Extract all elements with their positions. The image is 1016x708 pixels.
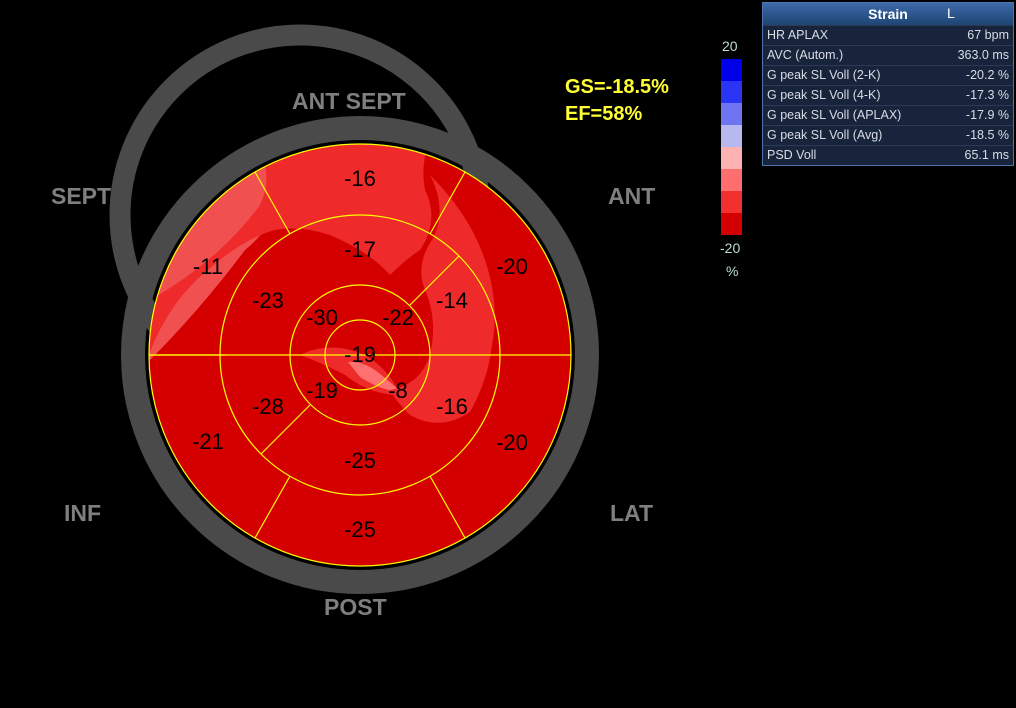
label-ant: ANT [608,183,656,209]
strain-panel: Strain L HR APLAX 67 bpm AVC (Autom.) 363.0… [762,2,1014,166]
scale-swatch [721,59,742,81]
mid-inferolateral-value: -16 [436,394,468,419]
parameter-row: PSD Voll 65.1 ms [763,145,1013,165]
strain-panel-header[interactable]: Strain L [763,3,1013,25]
scale-min: -20 [720,240,741,256]
scale-max: 20 [722,38,738,54]
scale-unit: % [726,263,739,279]
view-flag: L [947,5,955,21]
strain-panel-title: Strain [868,6,908,22]
mid-inferior-value: -25 [344,448,376,473]
parameter-value: -18.5 % [965,128,1009,142]
scale-swatch [721,125,742,147]
apical-inferior-value: -19 [306,378,338,403]
mid-anteroseptal-value: -23 [252,288,284,313]
parameter-label: G peak SL Voll (4-K) [767,88,881,102]
parameter-row: G peak SL Voll (4-K) -17.3 % [763,85,1013,105]
parameter-label: HR APLAX [767,28,829,42]
mid-anterolateral-value: -14 [436,288,468,313]
mid-inferoseptal-value: -28 [252,394,284,419]
parameter-label: G peak SL Voll (Avg) [767,128,883,142]
parameter-row: AVC (Autom.) 363.0 ms [763,45,1013,65]
label-inf: INF [64,500,102,526]
parameter-row: G peak SL Voll (2-K) -20.2 % [763,65,1013,85]
parameter-value: -20.2 % [965,68,1009,82]
scale-swatch [721,169,742,191]
parameter-value: -17.3 % [965,88,1009,102]
scale-swatch [721,81,742,103]
parameter-value: -17.9 % [965,108,1009,122]
scale-swatch [721,213,742,235]
parameter-label: G peak SL Voll (APLAX) [767,108,902,122]
basal-anterolateral-value: -20 [496,254,528,279]
parameter-row: HR APLAX 67 bpm [763,25,1013,45]
parameter-label: AVC (Autom.) [767,48,844,62]
label-ant-sept: ANT SEPT [292,88,406,114]
apical-septal-value: -30 [306,305,338,330]
label-post: POST [324,594,387,620]
basal-inferoseptal-value: -21 [192,429,224,454]
label-lat: LAT [610,500,654,526]
parameter-row: G peak SL Voll (Avg) -18.5 % [763,125,1013,145]
parameter-label: PSD Voll [767,148,817,162]
strain-panel-rows: HR APLAX 67 bpm AVC (Autom.) 363.0 ms G peak… [763,25,1013,165]
apex-value: -19 [344,342,376,367]
label-sept: SEPT [51,183,112,209]
basal-anteroseptal-value: -11 [193,254,223,279]
ejection-fraction: EF=58% [565,103,643,125]
basal-anterior-value: -16 [344,166,376,191]
scale-swatch [721,191,742,213]
global-strain: GS=-18.5% [565,76,669,98]
mid-anterior-value: -17 [344,237,376,262]
scale-swatch [721,103,742,125]
apical-lateral-value: -8 [388,378,408,403]
apical-anterior-value: -22 [382,305,414,330]
parameter-row: G peak SL Voll (APLAX) -17.9 % [763,105,1013,125]
basal-inferior-value: -25 [344,517,376,542]
parameter-value: 65.1 ms [964,148,1009,162]
basal-inferolateral-value: -20 [496,430,528,455]
parameter-value: 67 bpm [967,28,1009,42]
parameter-value: 363.0 ms [957,48,1009,62]
parameter-label: G peak SL Voll (2-K) [767,68,881,82]
scale-swatch [721,147,742,169]
